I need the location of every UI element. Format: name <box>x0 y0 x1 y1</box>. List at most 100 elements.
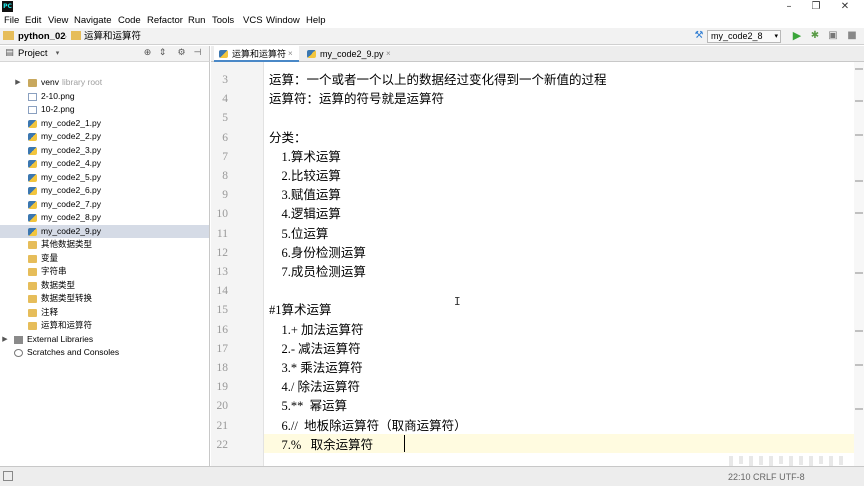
chevron-right-icon[interactable]: ▶ <box>14 76 22 90</box>
chevron-down-icon[interactable]: ▾ <box>52 48 63 59</box>
tree-item-venv[interactable]: ▶ venv library root <box>0 76 209 90</box>
code-line[interactable]: 分类： <box>269 129 307 148</box>
line-number: 9 <box>222 189 228 202</box>
tree-item-folder[interactable]: 其他数据类型 <box>0 238 209 252</box>
tree-item-scratches[interactable]: Scratches and Consoles <box>0 346 209 360</box>
close-button[interactable]: ✕ <box>834 0 856 14</box>
tree-item-folder[interactable]: 字符串 <box>0 265 209 279</box>
debug-bug-icon[interactable]: ✱ <box>809 30 821 42</box>
code-line[interactable]: 5.** 幂运算 <box>269 397 348 416</box>
code-line[interactable]: 3.* 乘法运算符 <box>269 359 363 378</box>
line-number: 20 <box>216 400 229 413</box>
caret-position[interactable]: 22:10 <box>728 472 751 482</box>
file-encoding[interactable]: UTF-8 <box>779 472 805 482</box>
tree-item-file[interactable]: 2-10.png <box>0 90 209 104</box>
scroll-marker <box>855 212 863 214</box>
menu-vcs[interactable]: VCS <box>243 14 263 28</box>
scroll-marker <box>855 272 863 274</box>
tree-item-file[interactable]: 10-2.png <box>0 103 209 117</box>
project-view-icon: ▤ <box>5 48 14 58</box>
tree-item-folder[interactable]: 注释 <box>0 306 209 320</box>
close-tab-icon[interactable]: × <box>288 46 293 62</box>
decorative-bar <box>829 456 833 466</box>
python-file-icon <box>28 214 37 222</box>
tree-item-external-libraries[interactable]: ▶ External Libraries <box>0 333 209 347</box>
code-line[interactable]: 4./ 除法运算符 <box>269 378 360 397</box>
folder-icon <box>71 31 81 40</box>
collapse-all-icon[interactable]: ⇕ <box>157 48 168 59</box>
menu-file[interactable]: File <box>4 14 19 28</box>
code-line[interactable]: #1算术运算 <box>269 301 332 320</box>
tab-my-code2-9[interactable]: my_code2_9.py × <box>302 46 398 62</box>
run-config-select[interactable]: my_code2_8 ▾ <box>707 30 781 43</box>
breadcrumb-project[interactable]: python_02 <box>18 28 66 45</box>
code-line[interactable]: 2.比较运算 <box>269 167 341 186</box>
chevron-right-icon[interactable]: ▶ <box>1 333 9 347</box>
code-line[interactable]: 4.逻辑运算 <box>269 205 341 224</box>
toggle-tool-windows-icon[interactable] <box>3 471 13 481</box>
menu-edit[interactable]: Edit <box>25 14 41 28</box>
line-number: 11 <box>216 227 228 240</box>
tree-item-folder[interactable]: 变量 <box>0 252 209 266</box>
menu-window[interactable]: Window <box>266 14 300 28</box>
menu-tools[interactable]: Tools <box>212 14 234 28</box>
tree-item-file[interactable]: my_code2_1.py <box>0 117 209 131</box>
breadcrumb-file[interactable]: 运算和运算符 <box>84 28 141 45</box>
folder-icon <box>28 79 37 87</box>
code-line[interactable]: 3.赋值运算 <box>269 186 341 205</box>
tree-item-folder[interactable]: 运算和运算符 <box>0 319 209 333</box>
build-hammer-icon[interactable]: ⚒ <box>693 30 705 42</box>
editor-scrollbar[interactable] <box>854 62 864 466</box>
folder-icon <box>28 322 37 330</box>
tree-item-file[interactable]: my_code2_8.py <box>0 211 209 225</box>
code-line[interactable]: 6.身份检测运算 <box>269 244 366 263</box>
coverage-icon[interactable]: ▣ <box>827 30 839 42</box>
menu-view[interactable]: View <box>48 14 68 28</box>
menu-refactor[interactable]: Refactor <box>147 14 183 28</box>
tree-item-file[interactable]: my_code2_4.py <box>0 157 209 171</box>
tab-operators[interactable]: 运算和运算符 × <box>214 46 299 62</box>
tree-item-label: my_code2_7.py <box>41 198 102 209</box>
locate-target-icon[interactable]: ⊕ <box>142 48 153 59</box>
tree-item-folder[interactable]: 数据类型转换 <box>0 292 209 306</box>
decorative-bar <box>839 456 843 465</box>
line-separator[interactable]: CRLF <box>753 472 777 482</box>
restore-button[interactable]: ❐ <box>805 0 827 14</box>
tree-item-file-selected[interactable]: my_code2_9.py <box>0 224 209 238</box>
python-file-icon <box>28 146 37 155</box>
code-line[interactable]: 5.位运算 <box>269 225 329 244</box>
menu-navigate[interactable]: Navigate <box>74 14 112 28</box>
minimize-button[interactable]: – <box>778 0 800 14</box>
line-number: 19 <box>216 381 229 394</box>
gear-icon[interactable]: ⚙ <box>176 48 187 59</box>
run-play-icon[interactable]: ▶ <box>791 30 803 42</box>
tree-item-file[interactable]: my_code2_3.py <box>0 144 209 158</box>
tree-item-folder[interactable]: 数据类型 <box>0 279 209 293</box>
code-line[interactable]: 7.成员检测运算 <box>269 263 366 282</box>
menu-code[interactable]: Code <box>118 14 141 28</box>
folder-icon <box>28 241 37 249</box>
stop-icon[interactable]: ■ <box>846 30 858 42</box>
code-line[interactable]: 6.// 地板除运算符（取商运算符） <box>269 417 467 436</box>
project-panel-title[interactable]: Project <box>18 46 48 62</box>
tree-item-file[interactable]: my_code2_7.py <box>0 198 209 212</box>
folder-icon <box>28 308 37 317</box>
status-info: 22:10 CRLF UTF-8 <box>728 469 805 485</box>
hide-panel-icon[interactable]: ⊣ <box>192 48 203 59</box>
line-number: 13 <box>216 266 229 278</box>
tree-item-file[interactable]: my_code2_5.py <box>0 171 209 185</box>
python-file-icon <box>28 173 37 182</box>
code-line[interactable]: 2.- 减法运算符 <box>269 340 361 359</box>
tree-item-file[interactable]: my_code2_6.py <box>0 184 209 198</box>
code-line[interactable]: 1.+ 加法运算符 <box>269 321 364 340</box>
tree-item-file[interactable]: my_code2_2.py <box>0 130 209 144</box>
menu-help[interactable]: Help <box>306 14 326 28</box>
code-line[interactable]: 运算：一个或者一个以上的数据经过变化得到一个新值的过程 <box>269 71 607 90</box>
chevron-down-icon: ▾ <box>774 33 778 40</box>
code-line[interactable]: 运算符：运算的符号就是运算符 <box>269 90 444 109</box>
close-tab-icon[interactable]: × <box>386 46 391 62</box>
code-line[interactable]: 7.% 取余运算符 <box>269 436 374 455</box>
menu-run[interactable]: Run <box>188 14 205 28</box>
line-number: 7 <box>222 150 228 163</box>
code-line[interactable]: 1.算术运算 <box>269 148 341 167</box>
